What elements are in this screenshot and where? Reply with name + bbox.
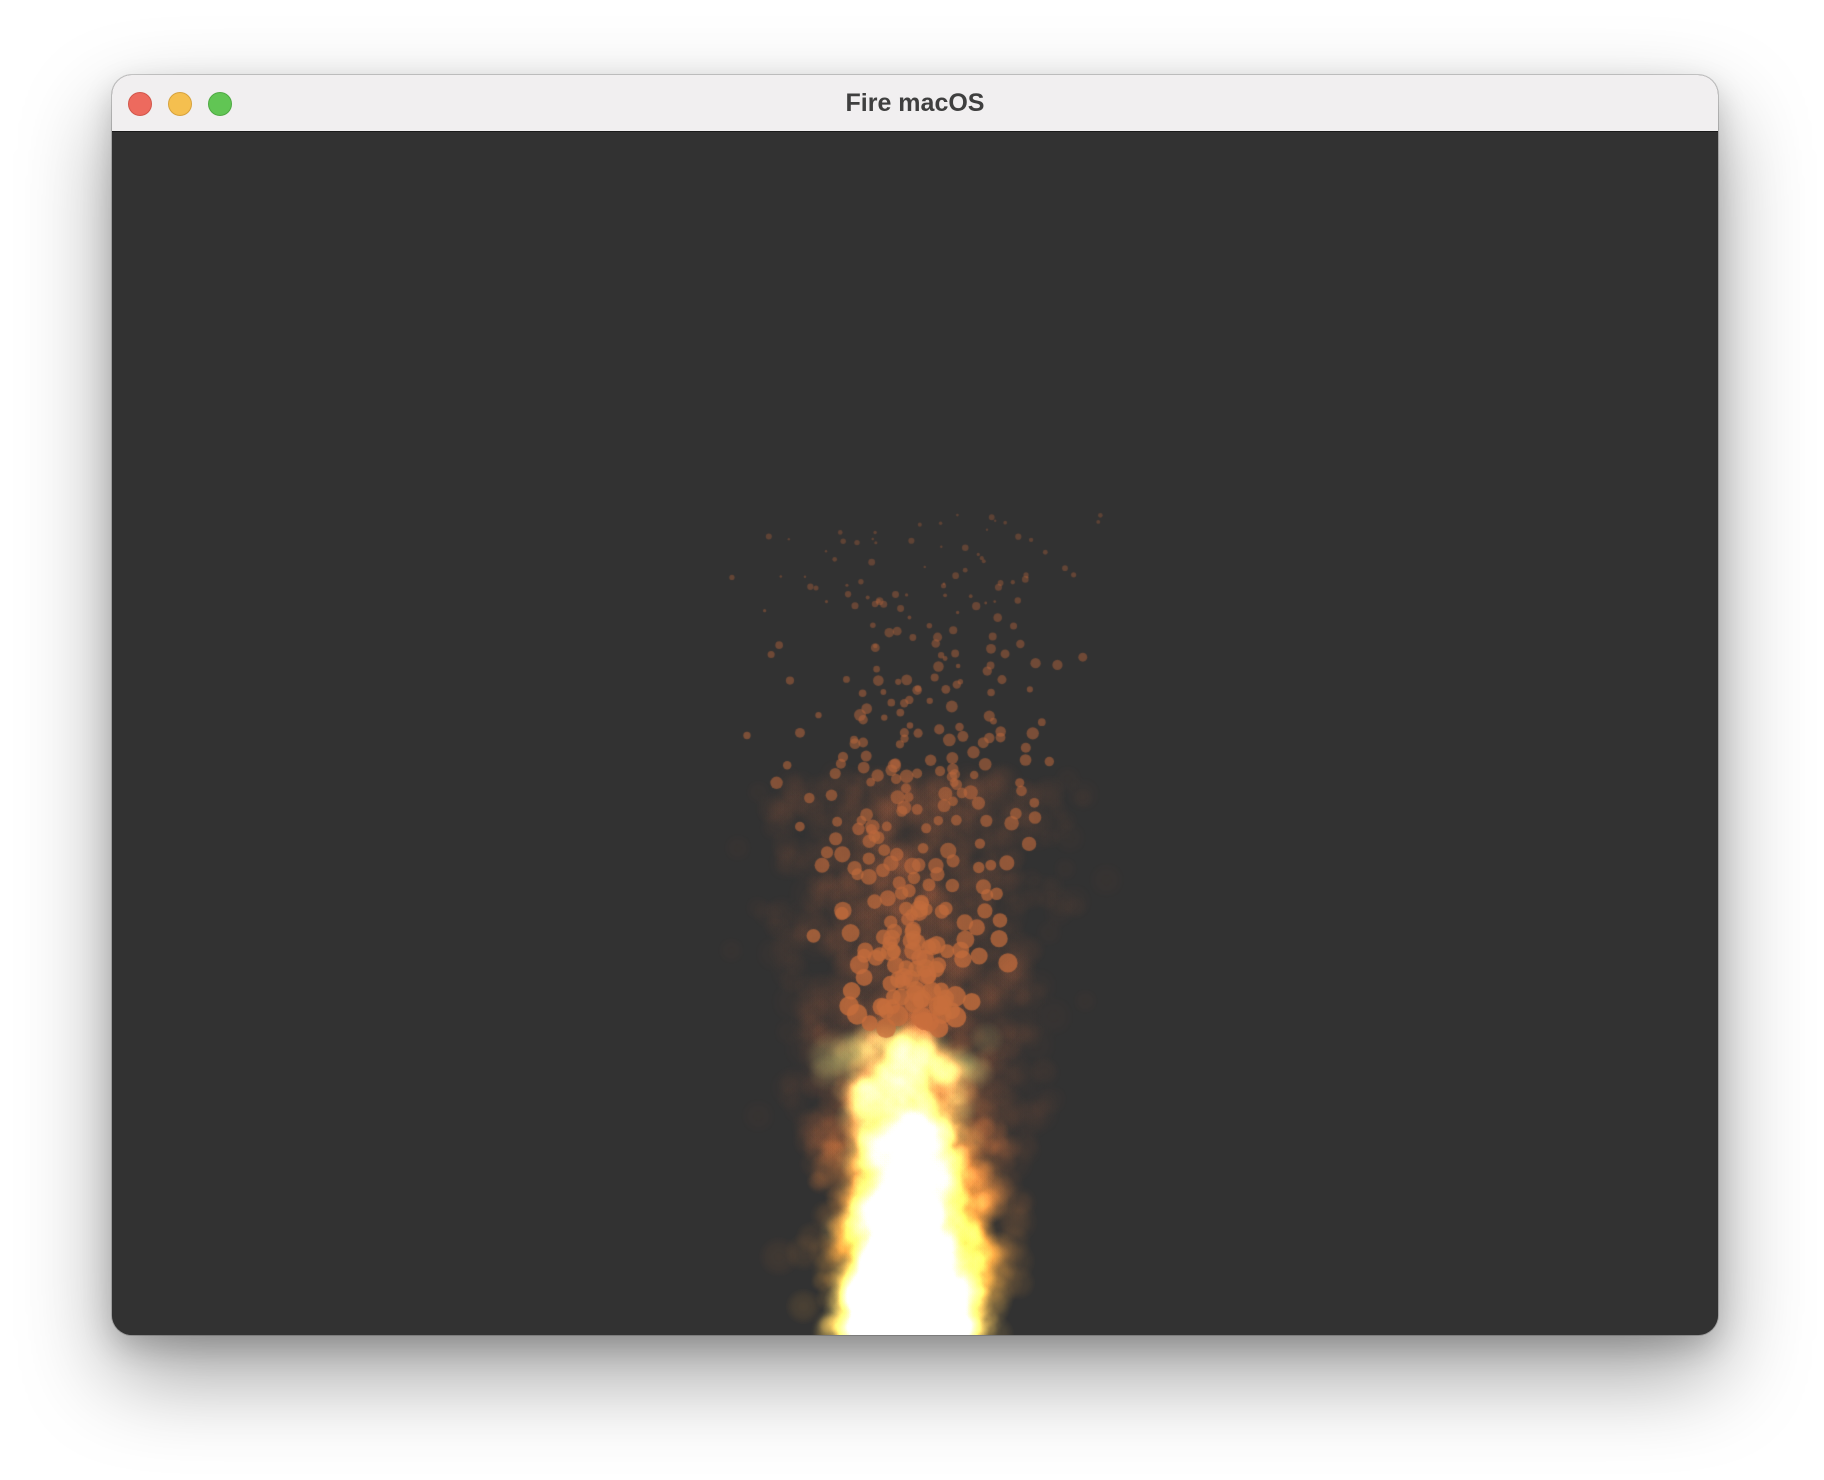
window-title: Fire macOS bbox=[845, 89, 985, 117]
app-window: Fire macOS bbox=[112, 75, 1718, 1335]
desktop: Fire macOS bbox=[0, 0, 1824, 1480]
render-view[interactable] bbox=[112, 132, 1718, 1335]
fire-particle-canvas bbox=[112, 132, 1718, 1335]
title-bar[interactable]: Fire macOS bbox=[112, 75, 1718, 132]
